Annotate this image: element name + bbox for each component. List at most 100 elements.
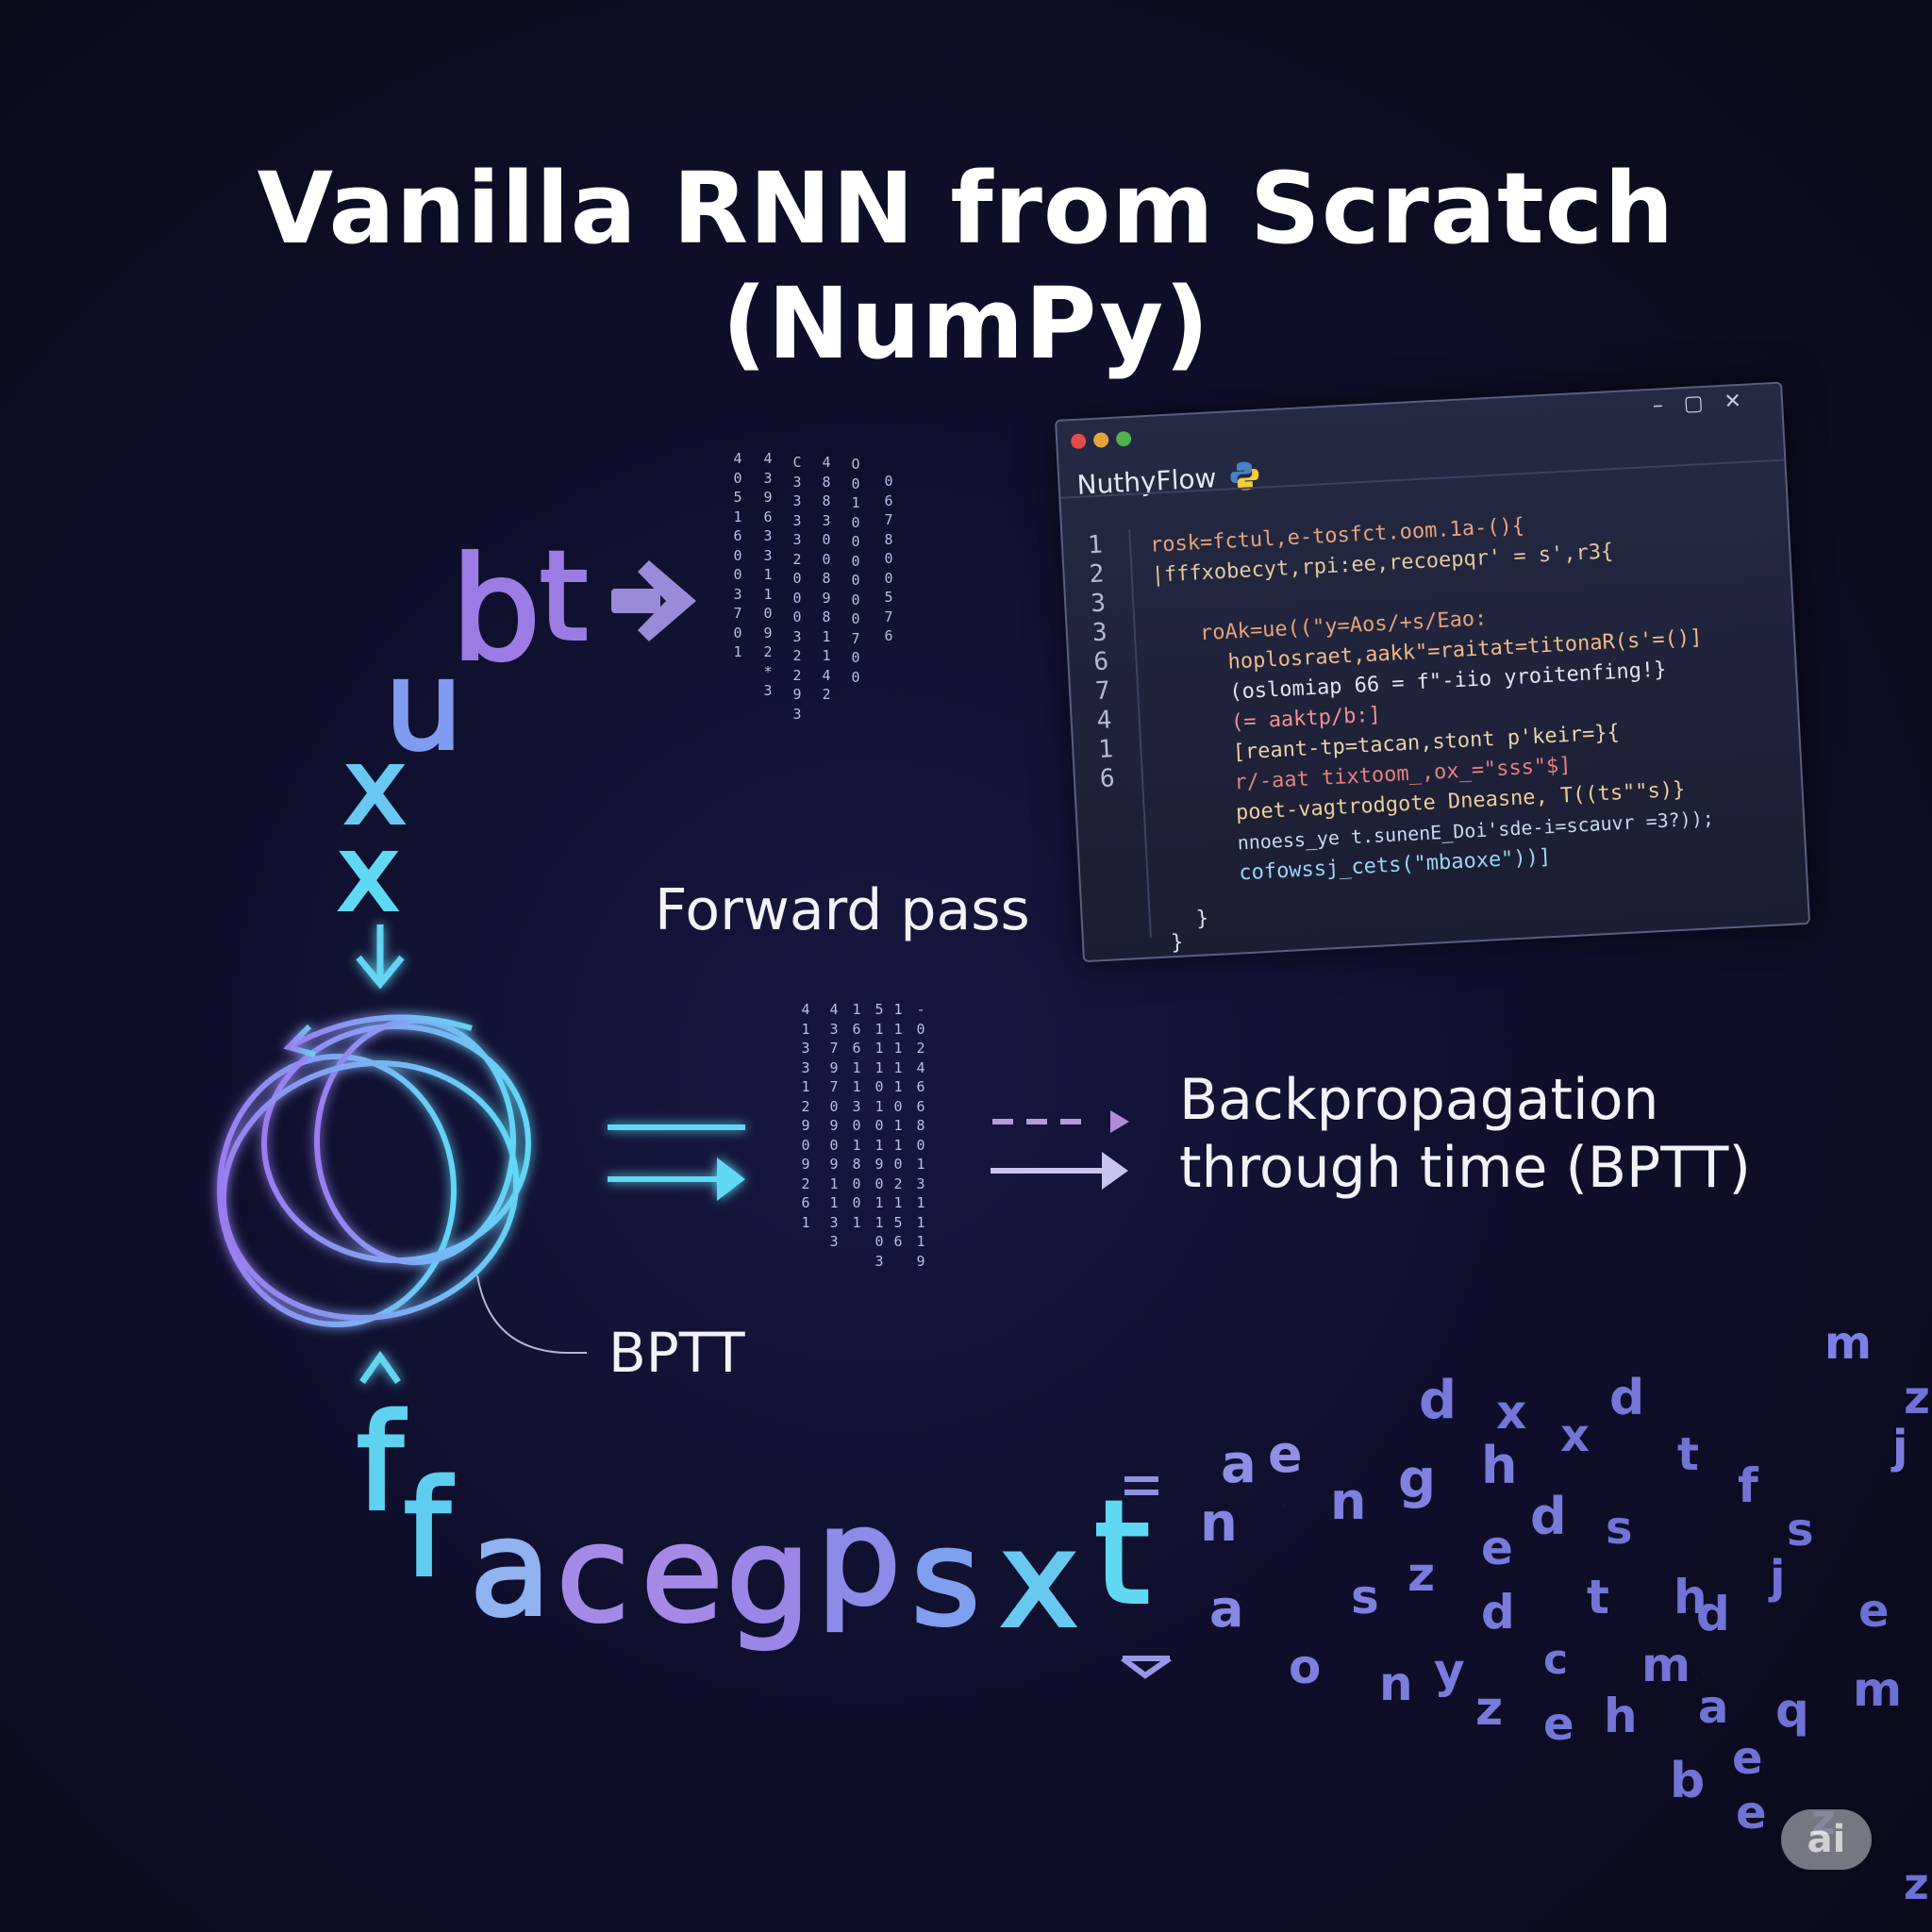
line-number: 3: [1091, 618, 1108, 648]
scatter-letter: d: [1696, 1587, 1730, 1641]
scatter-letter: d: [1609, 1370, 1645, 1426]
line-number: 2: [1088, 559, 1106, 590]
scatter-letter: d: [1419, 1370, 1457, 1431]
scatter-letter: h: [1481, 1436, 1518, 1495]
code-line: }: [1195, 907, 1209, 931]
triangle-down-icon: [1121, 1656, 1172, 1679]
digit-column: 4 3 7 9 7 0 9 0 9 1 1 3 3: [829, 1001, 839, 1250]
digit-column: 1 6 6 1 1 3 0 1 8 0 0 1: [852, 1001, 861, 1231]
output-letter-p: p: [815, 1479, 903, 1637]
scatter-letter: n: [1330, 1472, 1367, 1531]
backprop-label-line1: Backpropagation: [1179, 1067, 1659, 1133]
line-number: 7: [1094, 676, 1111, 707]
scatter-letter: e: [1736, 1787, 1767, 1840]
scatter-letter: f: [1738, 1458, 1758, 1513]
forward-pass-label: Forward pass: [655, 877, 1030, 943]
scatter-letter: a: [1209, 1579, 1244, 1639]
scatter-letter: x: [1560, 1409, 1590, 1462]
scatter-letter: d: [1481, 1585, 1515, 1640]
line-number: 3: [1090, 589, 1107, 619]
window-minimize-dot[interactable]: [1092, 432, 1109, 448]
output-letter-c: c: [555, 1496, 631, 1654]
scatter-letter: n: [1379, 1657, 1413, 1711]
scatter-letter: c: [1543, 1636, 1569, 1684]
scatter-letter: z: [1407, 1547, 1436, 1602]
digit-column: 4 0 5 1 6 0 0 3 7 0 1: [733, 450, 742, 660]
scatter-letter: s: [1787, 1504, 1814, 1557]
line-number: 4: [1095, 706, 1113, 736]
digit-column: 5 1 1 1 0 1 0 1 9 0 1 1 0 3: [874, 1001, 884, 1270]
output-letter-a: a: [468, 1491, 553, 1648]
output-letter-f1: f: [355, 1385, 405, 1542]
scatter-letter: y: [1434, 1643, 1465, 1698]
scatter-letter: o: [1289, 1640, 1322, 1694]
code-line: }: [1170, 930, 1185, 956]
line-number: 6: [1099, 764, 1116, 793]
backprop-label-line2: through time (BPTT): [1179, 1135, 1751, 1201]
scatter-letter: z: [1475, 1681, 1504, 1736]
caret-up-icon: [359, 1350, 401, 1385]
forward-arrows: [608, 1124, 745, 1201]
scatter-letter: a: [1696, 1679, 1697, 1680]
arrow-right-icon: [611, 560, 696, 641]
scatter-letter: t: [1677, 1428, 1699, 1481]
output-letter-g: g: [724, 1498, 812, 1656]
window-maximize-dot[interactable]: [1115, 430, 1132, 447]
scatter-letter: e: [1481, 1521, 1513, 1575]
scatter-letter: e: [1543, 1698, 1574, 1751]
scatter-letter: n: [1200, 1492, 1238, 1554]
input-letter-b: b: [449, 526, 542, 694]
scatter-letter: g: [1398, 1449, 1437, 1510]
output-letter-x: x: [998, 1502, 1080, 1659]
bptt-leader-line: [476, 1274, 587, 1354]
digit-column: 4 1 3 3 1 2 9 0 9 2 6 1: [801, 1001, 810, 1231]
backprop-label: Backpropagation through time (BPTT): [1179, 1066, 1751, 1202]
scatter-letter: b: [1670, 1753, 1706, 1809]
scatter-letter: x: [1496, 1385, 1527, 1440]
output-letter-f2: f: [402, 1451, 452, 1608]
line-number: 6: [1092, 647, 1109, 677]
scatter-letter: e: [1732, 1732, 1763, 1785]
window-close-dot[interactable]: [1070, 433, 1087, 450]
scatter-letter: a: [1221, 1434, 1257, 1495]
scatter-letter: h: [1604, 1689, 1638, 1743]
scatter-letter: j: [1770, 1551, 1786, 1604]
scatter-letter: j: [1892, 1421, 1908, 1474]
digit-column: C 3 3 3 3 2 0 0 0 3 2 2 9 3: [792, 454, 802, 723]
scatter-letter: m: [1824, 1317, 1873, 1370]
line-number: 1: [1097, 735, 1114, 765]
ai-badge: ai: [1781, 1809, 1872, 1870]
scatter-letter: z: [1904, 1858, 1929, 1909]
digit-column: 0 6 7 8 0 0 5 7 6: [884, 473, 893, 644]
scatter-letter: q: [1775, 1683, 1809, 1738]
scatter-letter: s: [1606, 1502, 1633, 1555]
scatter-letter: z: [1904, 1372, 1930, 1424]
backprop-arrows: [991, 1110, 1129, 1190]
digit-column: 1 1 1 1 1 0 1 1 0 2 1 5 6: [893, 1001, 903, 1250]
digit-column: - 0 2 4 6 6 8 0 1 3 1 1 1 9: [916, 1001, 925, 1270]
window-controls[interactable]: –▢✕: [1652, 389, 1762, 418]
digit-column: 4 8 8 3 0 0 8 9 8 1 1 4 2: [822, 454, 831, 703]
scatter-letter: m: [1853, 1662, 1903, 1717]
editor-gutter: [1128, 528, 1152, 939]
scatter-letter: m: [1641, 1638, 1691, 1692]
code-line: (= aaktp/b:]: [1230, 703, 1382, 735]
digit-column: 4 3 9 6 3 3 1 1 0 9 2 * 3: [763, 450, 773, 699]
scatter-letter: t: [1587, 1570, 1609, 1624]
code-editor-window[interactable]: –▢✕ NuthyFlow 1 2 3 3 6 7 4 1 6 rosk=fct…: [1055, 381, 1811, 963]
scatter-letter: a: [1698, 1681, 1729, 1734]
bptt-short-label: BPTT: [608, 1321, 745, 1385]
scatter-letter: s: [1351, 1570, 1379, 1624]
output-letter-e: e: [640, 1496, 724, 1654]
scatter-letter: n: [1283, 1506, 1284, 1507]
scatter-letter: e: [1268, 1424, 1303, 1484]
scatter-letter: d: [1530, 1487, 1567, 1546]
output-letter-t: t: [1092, 1470, 1152, 1638]
line-numbers: 1 2 3 3 6 7 4 1 6: [1087, 531, 1115, 794]
input-letter-t: t: [538, 523, 590, 670]
rnn-loop-icon: [217, 1014, 531, 1327]
scatter-letter: e: [1858, 1585, 1890, 1638]
digit-column: O 0 1 0 0 0 0 0 0 7 0 0: [851, 456, 860, 686]
line-number: 1: [1087, 530, 1104, 560]
input-letter-x2: x: [336, 811, 401, 936]
